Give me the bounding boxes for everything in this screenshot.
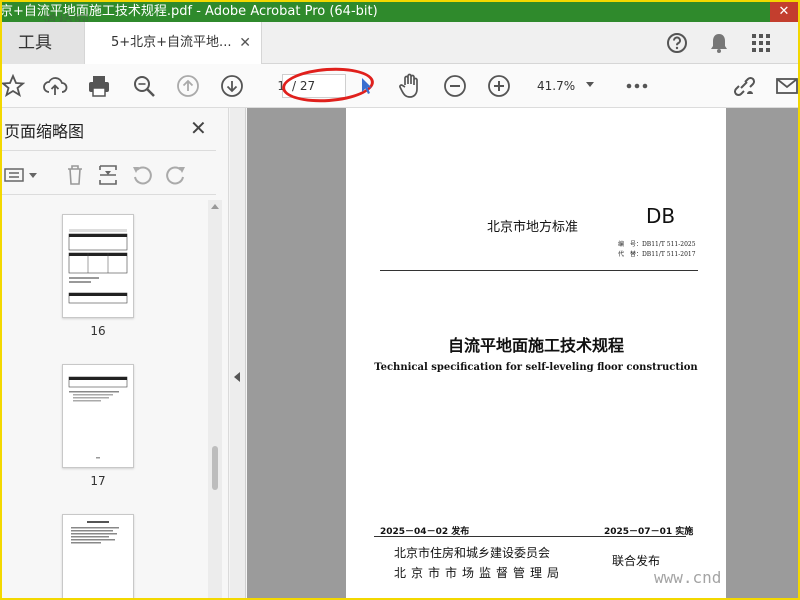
pdf-page: 北京市地方标准 DB 编 号：DB11/T 511-2025 代 替：DB11/… <box>346 108 726 598</box>
star-icon[interactable] <box>2 73 26 99</box>
document-title-cn: 自流平地面施工技术规程 <box>447 336 624 355</box>
thumbnail-toolbar <box>2 158 216 192</box>
tab-tools[interactable]: 工具 <box>2 22 84 64</box>
thumbnail-label: 17 <box>90 474 106 488</box>
scroll-up-icon[interactable] <box>211 204 219 209</box>
hand-tool-icon[interactable] <box>398 73 424 99</box>
thumbnail-label: 16 <box>90 324 106 338</box>
tab-document-label: 5+北京+自流平地... <box>111 35 232 50</box>
rotate-cw-icon[interactable] <box>163 162 189 188</box>
previous-page-icon[interactable] <box>175 73 201 99</box>
email-icon[interactable] <box>774 73 798 99</box>
next-page-icon[interactable] <box>219 73 245 99</box>
apps-grid-icon[interactable] <box>748 30 774 56</box>
number-line: 编 号：DB11/T 511-2025 <box>618 241 696 248</box>
scroll-thumb[interactable] <box>212 446 218 490</box>
joint-issue: 联合发布 <box>612 554 661 568</box>
panel-title: 页面缩略图 <box>4 122 85 141</box>
issuer-2: 北京市市场监督管理局 <box>394 566 565 580</box>
collapse-left-icon[interactable] <box>234 372 240 382</box>
help-icon[interactable] <box>664 30 690 56</box>
watermark-bottom: www.cnd <box>654 568 722 587</box>
zoom-out-icon[interactable] <box>442 73 468 99</box>
print-icon[interactable] <box>86 73 112 99</box>
chevron-down-icon[interactable] <box>586 82 594 87</box>
window-close-button[interactable]: ✕ <box>770 2 798 22</box>
extract-page-icon[interactable] <box>95 162 121 188</box>
title-bar: 京+自流平地面施工技术规程.pdf - Adobe Acrobat Pro (6… <box>2 2 798 22</box>
divider <box>2 194 216 195</box>
cloud-upload-icon[interactable] <box>42 73 68 99</box>
page-thumbnail-17[interactable] <box>62 364 134 468</box>
panel-close-icon[interactable]: ✕ <box>190 116 207 140</box>
share-link-icon[interactable] <box>731 73 757 99</box>
document-title-en: Technical specification for self-levelin… <box>374 362 698 373</box>
panel-collapse-strip[interactable] <box>230 108 246 598</box>
acrobat-window: 京+自流平地面施工技术规程.pdf - Adobe Acrobat Pro (6… <box>2 2 798 598</box>
thumbnail-options-icon[interactable] <box>2 162 40 188</box>
rotate-ccw-icon[interactable] <box>129 162 155 188</box>
zoom-search-icon[interactable] <box>131 73 157 99</box>
bell-icon[interactable] <box>706 30 732 56</box>
standard-number: 编 号：DB11/T 511-2025 代 替：DB11/T 511-2017 <box>618 240 696 260</box>
cursor-icon[interactable] <box>359 73 373 99</box>
standard-type: 北京市地方标准 <box>487 220 579 235</box>
divider <box>2 150 216 151</box>
divider <box>380 270 698 271</box>
db-mark: DB <box>646 204 676 228</box>
tab-document[interactable]: 5+北京+自流平地... ✕ <box>84 22 262 64</box>
more-options-icon[interactable] <box>624 73 650 99</box>
thumbnail-panel: 页面缩略图 ✕ 16 17 <box>2 108 229 598</box>
delete-page-icon[interactable] <box>62 162 88 188</box>
thumbnail-list: 16 17 <box>2 200 208 598</box>
issuer-1: 北京市住房和城乡建设委员会 <box>394 546 551 560</box>
toolbar: 1 / 27 41.7% <box>2 64 798 108</box>
page-thumbnail-18[interactable] <box>62 514 134 598</box>
replaces-line: 代 替：DB11/T 511-2017 <box>618 251 696 258</box>
page-thumbnail-16[interactable] <box>62 214 134 318</box>
tab-close-icon[interactable]: ✕ <box>239 22 251 64</box>
tab-bar: 工具 5+北京+自流平地... ✕ <box>2 22 798 64</box>
thumbnail-scrollbar[interactable] <box>208 200 222 598</box>
document-canvas: 北京市地方标准 DB 编 号：DB11/T 511-2025 代 替：DB11/… <box>247 108 798 598</box>
zoom-in-icon[interactable] <box>486 73 512 99</box>
divider <box>374 536 686 537</box>
